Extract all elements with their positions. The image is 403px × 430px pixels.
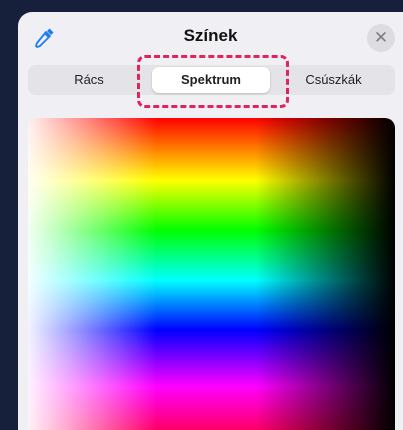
color-picker-panel: Színek ✕ Rács Spektrum Csúszkák <box>18 12 403 430</box>
close-icon[interactable]: ✕ <box>367 24 395 52</box>
tab-spectrum[interactable]: Spektrum <box>152 67 270 93</box>
color-spectrum[interactable] <box>28 118 395 430</box>
segmented-control: Rács Spektrum Csúszkák <box>28 65 395 95</box>
tab-sliders[interactable]: Csúszkák <box>274 67 393 93</box>
tab-grid[interactable]: Rács <box>30 67 148 93</box>
page-title: Színek <box>183 26 238 45</box>
header: Színek ✕ <box>18 12 403 60</box>
